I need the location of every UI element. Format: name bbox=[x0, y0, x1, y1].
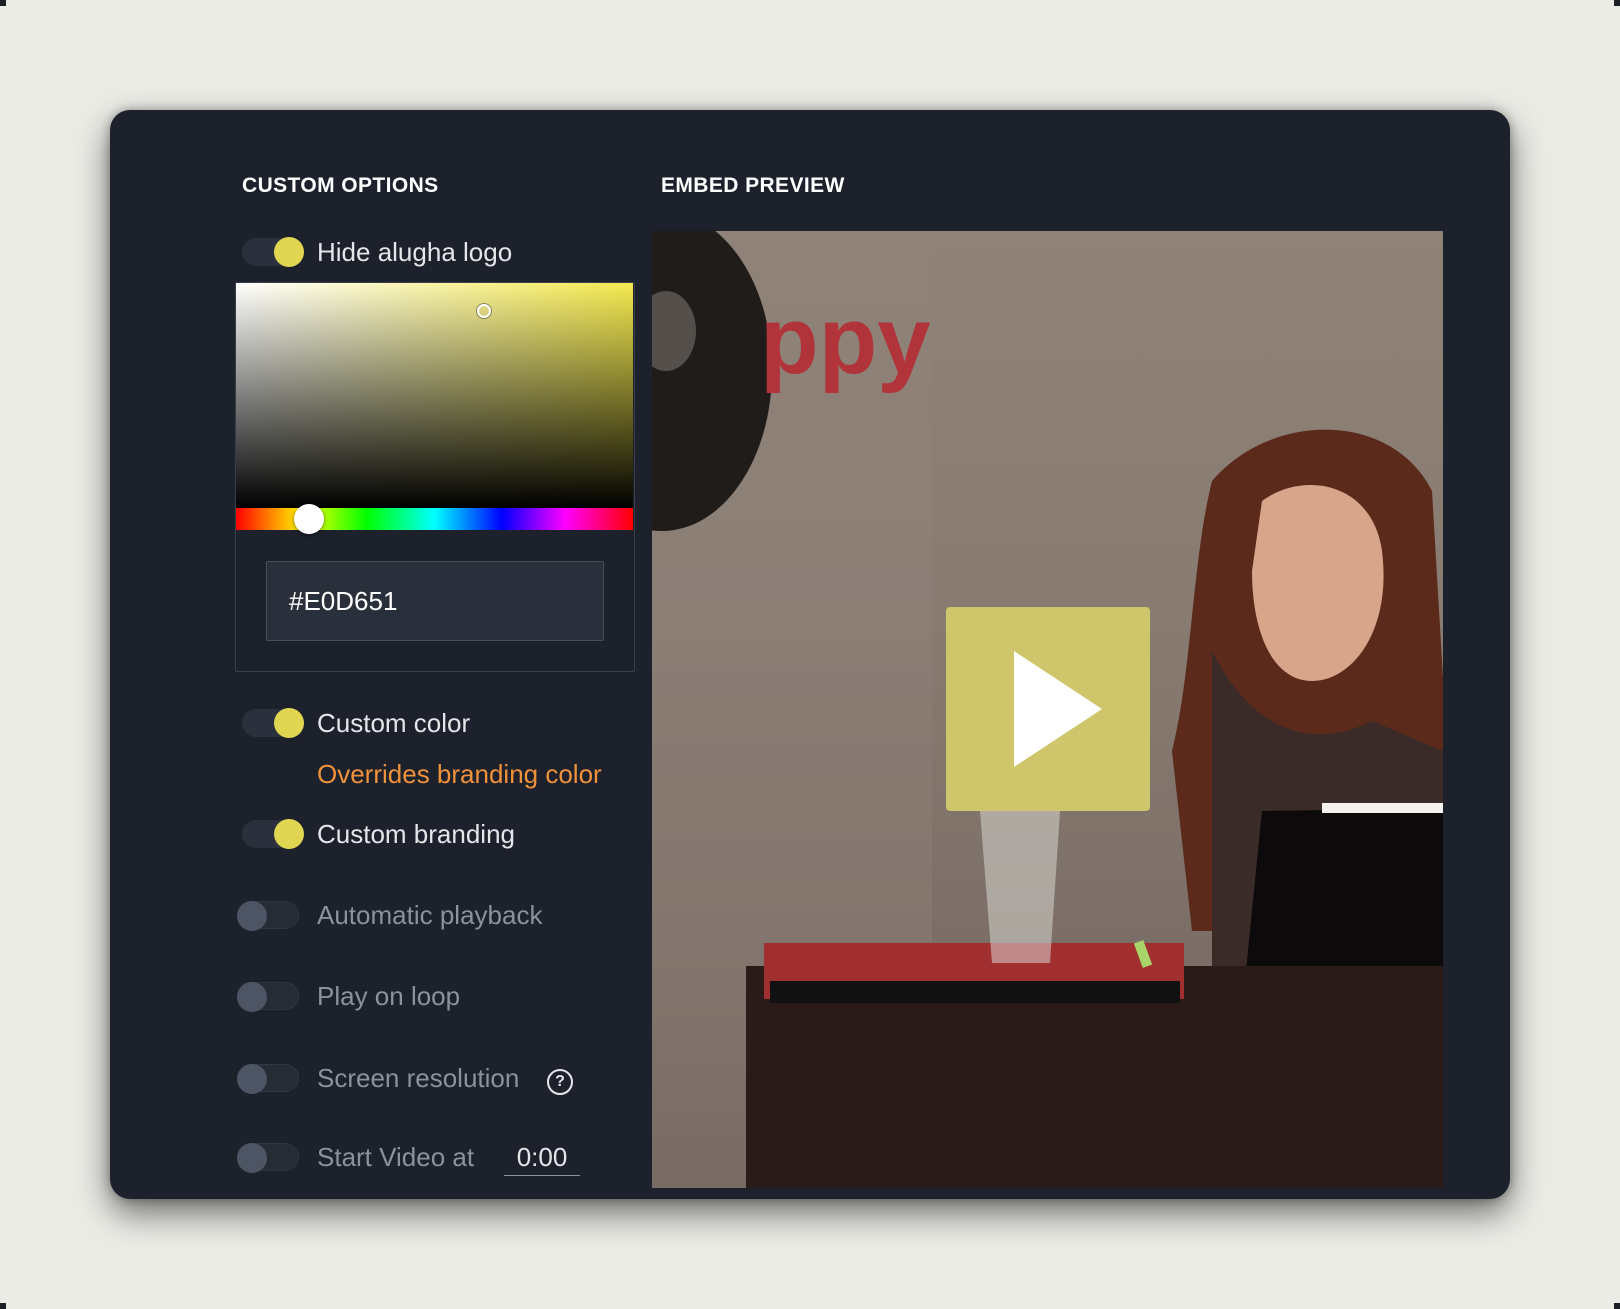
toggle-knob bbox=[274, 819, 304, 849]
autoplay-label: Automatic playback bbox=[317, 900, 543, 930]
toggle-knob bbox=[237, 1143, 267, 1173]
play-button[interactable] bbox=[946, 607, 1150, 811]
custom-branding-label: Custom branding bbox=[317, 819, 515, 849]
loop-label: Play on loop bbox=[317, 981, 461, 1011]
help-icon[interactable]: ? bbox=[547, 1069, 573, 1095]
custom-options-heading: CUSTOM OPTIONS bbox=[242, 174, 439, 197]
corner-mark-top-left bbox=[0, 0, 6, 6]
wall-sign-text: ppy bbox=[760, 287, 931, 394]
toggle-knob bbox=[274, 237, 304, 267]
start-time-toggle[interactable] bbox=[237, 1143, 299, 1173]
play-icon bbox=[1014, 651, 1102, 767]
resolution-toggle[interactable] bbox=[237, 1064, 299, 1094]
corner-mark-bottom-right bbox=[1614, 1303, 1620, 1309]
saturation-value-area[interactable] bbox=[236, 283, 633, 508]
custom-color-note: Overrides branding color bbox=[317, 759, 602, 789]
hue-slider-thumb[interactable] bbox=[294, 504, 324, 534]
toggle-knob bbox=[237, 1064, 267, 1094]
toggle-knob bbox=[237, 982, 267, 1012]
hide-logo-label: Hide alugha logo bbox=[317, 237, 513, 267]
start-time-label: Start Video at bbox=[317, 1142, 475, 1172]
custom-color-toggle[interactable] bbox=[242, 708, 304, 738]
hue-slider[interactable] bbox=[236, 504, 633, 534]
toggle-knob bbox=[274, 708, 304, 738]
custom-color-label: Custom color bbox=[317, 708, 471, 738]
start-time-input[interactable]: 0:00 bbox=[504, 1142, 580, 1176]
color-picker: #E0D651 bbox=[235, 282, 635, 672]
custom-branding-toggle[interactable] bbox=[242, 819, 304, 849]
resolution-label: Screen resolution bbox=[317, 1063, 520, 1093]
hide-logo-toggle[interactable] bbox=[242, 237, 304, 267]
hex-color-input[interactable]: #E0D651 bbox=[266, 561, 604, 641]
toggle-knob bbox=[237, 901, 267, 931]
corner-mark-bottom-left bbox=[0, 1303, 6, 1309]
color-cursor[interactable] bbox=[477, 304, 491, 318]
corner-mark-top-right bbox=[1614, 0, 1620, 6]
video-preview[interactable]: ppy bbox=[652, 231, 1443, 1188]
autoplay-toggle[interactable] bbox=[237, 901, 299, 931]
embed-preview-heading: EMBED PREVIEW bbox=[661, 174, 845, 197]
loop-toggle[interactable] bbox=[237, 982, 299, 1012]
